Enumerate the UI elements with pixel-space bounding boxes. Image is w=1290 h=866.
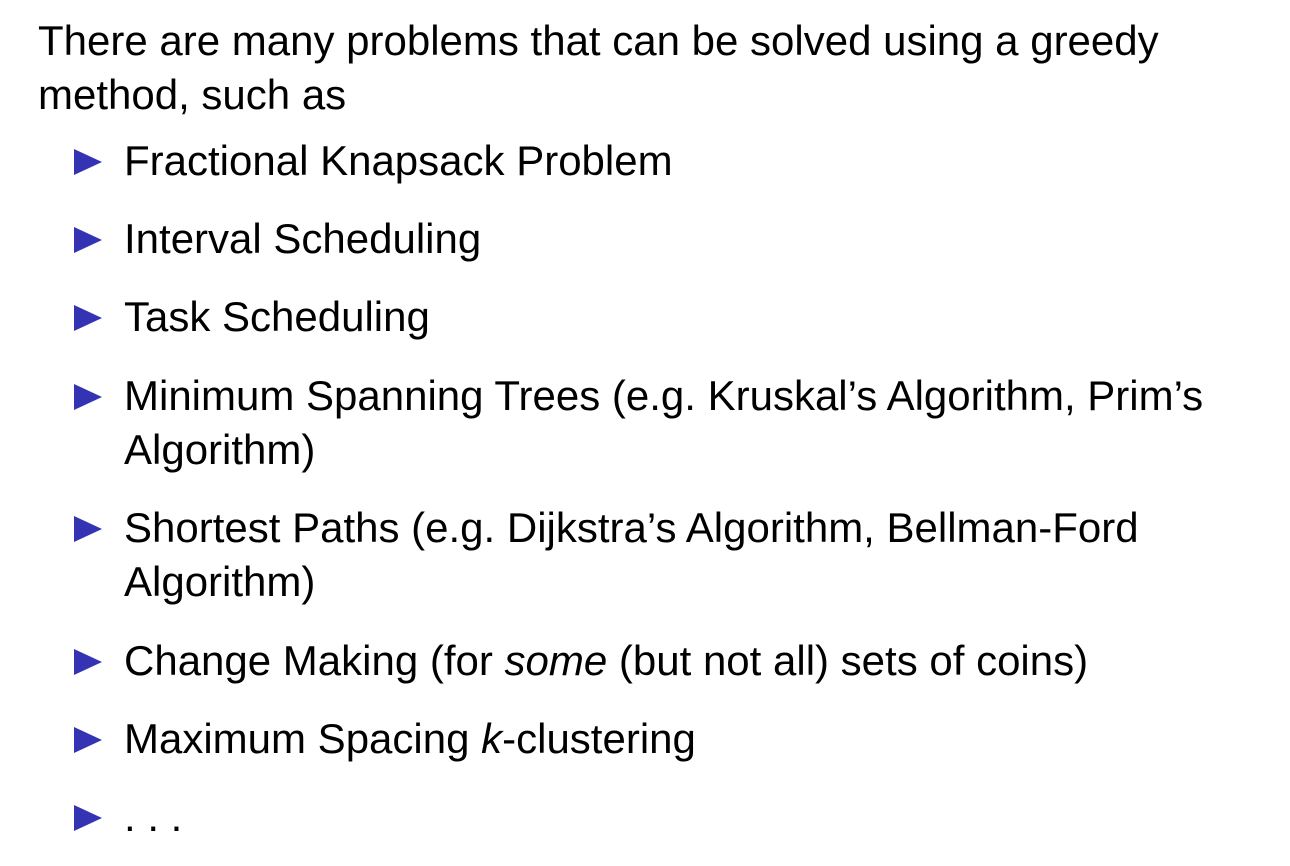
bullet-triangle-icon (74, 384, 102, 410)
bullet-triangle-icon (74, 727, 102, 753)
slide: There are many problems that can be solv… (0, 0, 1290, 866)
bullet-triangle-icon (74, 227, 102, 253)
item-text-segment: Interval Scheduling (124, 215, 482, 262)
list-item-text: . . . (124, 790, 1264, 844)
bullet-triangle-icon (74, 305, 102, 331)
item-text-segment: Task Scheduling (124, 293, 430, 340)
bullet-triangle-icon (74, 805, 102, 831)
list-item-text: Shortest Paths (e.g. Dijkstra’s Algorith… (124, 501, 1264, 609)
item-text-segment: Shortest Paths (e.g. Dijkstra’s Algorith… (124, 504, 1139, 605)
bullet-triangle-icon (74, 516, 102, 542)
item-text-segment: Maximum Spacing (124, 715, 482, 762)
list-item-text: Task Scheduling (124, 290, 1264, 344)
item-text-emphasis: some (504, 637, 608, 684)
item-text-segment: -clustering (502, 715, 696, 762)
bullet-triangle-icon (74, 149, 102, 175)
list-item-text: Fractional Knapsack Problem (124, 134, 1264, 188)
item-text-segment: Fractional Knapsack Problem (124, 137, 673, 184)
list-item-text: Minimum Spanning Trees (e.g. Kruskal’s A… (124, 369, 1264, 477)
bullet-triangle-icon (74, 649, 102, 675)
list-item-text: Maximum Spacing k-clustering (124, 712, 1264, 766)
item-text-ellipsis: . . . (124, 793, 183, 840)
item-text-segment: Minimum Spanning Trees (e.g. Kruskal’s A… (124, 372, 1204, 473)
list-item-text: Interval Scheduling (124, 212, 1264, 266)
item-text-segment: (but not all) sets of coins) (607, 637, 1089, 684)
intro-text: There are many problems that can be solv… (38, 17, 1159, 118)
item-text-segment: Change Making (for (124, 637, 505, 684)
item-text-emphasis: k (481, 715, 503, 762)
list-item-text: Change Making (for some (but not all) se… (124, 634, 1264, 688)
